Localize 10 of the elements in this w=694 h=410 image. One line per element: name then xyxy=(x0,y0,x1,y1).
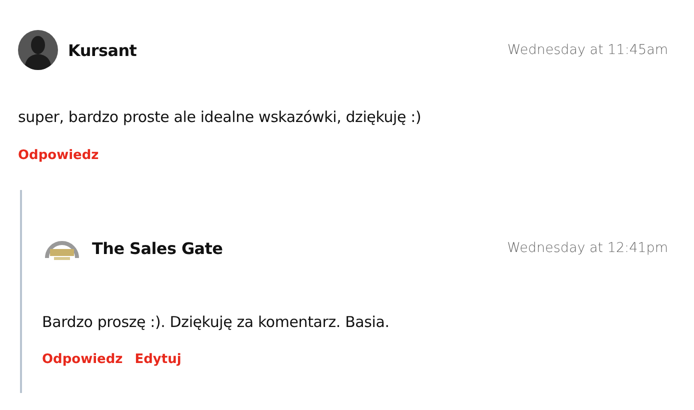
action-link[interactable]: Odpowiedz xyxy=(18,148,99,163)
author-name: The Sales Gate xyxy=(92,238,224,258)
action-link[interactable]: Edytuj xyxy=(134,352,182,367)
avatar-icon xyxy=(18,30,58,70)
comment-time: Wednesday at 11:45am xyxy=(507,42,668,58)
author-name: Kursant xyxy=(68,40,138,60)
comment-text: super, bardzo proste ale idealne wskazówki, dziękuję :) xyxy=(18,107,422,127)
action-link[interactable]: Odpowiedz xyxy=(42,352,123,367)
comment-time: Wednesday at 12:41pm xyxy=(507,240,668,256)
comment-text: Bardzo proszę :). Dziękuję za komentarz. Basia. xyxy=(42,312,390,332)
